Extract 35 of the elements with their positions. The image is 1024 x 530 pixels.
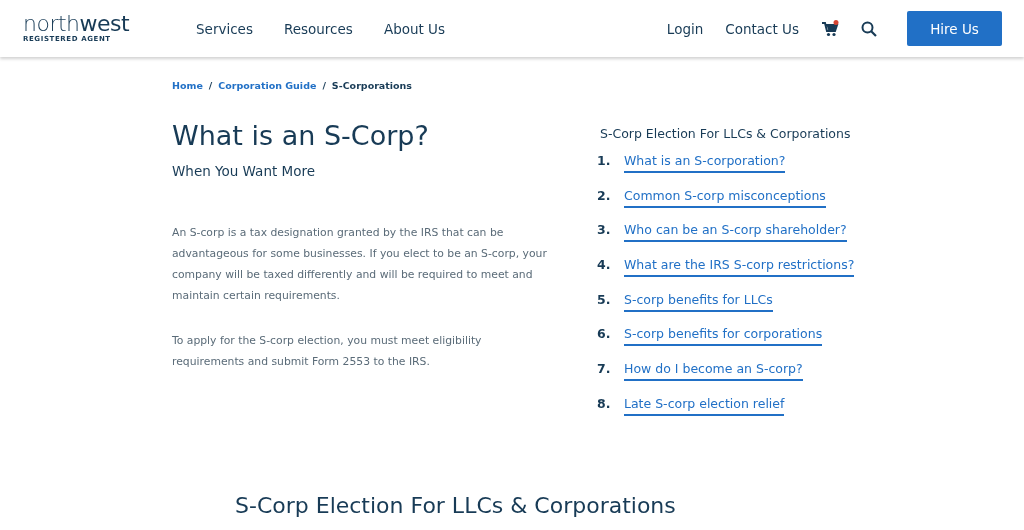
- list-number: 8.: [597, 395, 612, 411]
- page-title: What is an S-Corp?: [172, 119, 430, 153]
- paragraph: An S-corp is a tax designation granted by the IRS that can be advantageous for some businesses. If you elect to be an S-corp, your company will be taxed differently and will be required to meet and maintain certain requirements.: [172, 225, 548, 304]
- list-number: 4.: [597, 257, 612, 273]
- breadcrumb-link[interactable]: Corporation Guide: [218, 80, 317, 91]
- cart-icon[interactable]: [821, 19, 839, 38]
- breadcrumb-link[interactable]: Home: [172, 80, 203, 91]
- toc-link[interactable]: Late S-corp election relief: [624, 395, 785, 416]
- list-number: 2.: [597, 187, 612, 203]
- list-number: 6.: [597, 326, 612, 342]
- breadcrumb-separator: /: [208, 80, 213, 91]
- list-number: 1.: [597, 153, 612, 168]
- breadcrumb-separator: /: [322, 80, 326, 91]
- toc-heading: S-Corp Election For LLCs & Corporations: [600, 126, 852, 141]
- paragraph: To apply for the S-corp election, you must meet eligibility requirements and submit Form 2553 to the IRS.: [172, 333, 483, 370]
- toc-link[interactable]: S-corp benefits for corporations: [624, 326, 823, 347]
- nav-link[interactable]: About Us: [383, 20, 445, 37]
- toc-link[interactable]: What are the IRS S-corp restrictions?: [624, 257, 855, 278]
- toc-link[interactable]: How do I become an S-corp?: [624, 361, 803, 382]
- nav-link[interactable]: Contact Us: [725, 20, 799, 37]
- nav-link[interactable]: Login: [666, 20, 704, 37]
- subtitle: When You Want More: [172, 163, 316, 179]
- nav-link[interactable]: Resources: [283, 20, 353, 37]
- toc-link[interactable]: Who can be an S-corp shareholder?: [624, 222, 847, 243]
- toc-link[interactable]: S-corp benefits for LLCs: [624, 291, 773, 312]
- list-number: 5.: [597, 291, 612, 307]
- toc-link[interactable]: Common S-corp misconceptions: [624, 187, 826, 208]
- breadcrumb-current: S-Corporations: [331, 80, 412, 91]
- list-number: 7.: [597, 361, 612, 377]
- section-heading: S-Corp Election For LLCs & Corporations: [235, 492, 677, 518]
- list-number: 3.: [597, 222, 612, 238]
- toc-link[interactable]: What is an S-corporation?: [624, 153, 786, 173]
- search-icon[interactable]: [861, 20, 877, 37]
- nav-link[interactable]: Services: [196, 20, 253, 37]
- hire-us-button[interactable]: Hire Us: [907, 11, 1002, 46]
